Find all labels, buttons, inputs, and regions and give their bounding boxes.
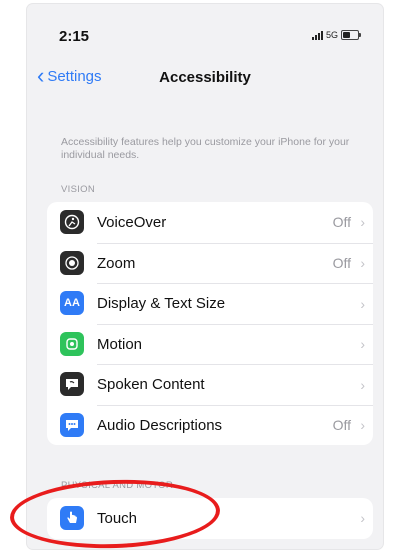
list-item-value: Off [332, 255, 351, 272]
list-item-label: Display & Text Size [97, 295, 226, 313]
phone-screen: 2:15 5G ‹ Settings Accessibility Accessi… [27, 4, 383, 549]
chevron-right-icon: › [360, 376, 365, 393]
network-label: 5G [325, 30, 338, 40]
navigation-bar: ‹ Settings Accessibility [27, 60, 383, 96]
motion-icon [60, 331, 84, 356]
list-item-value: Off [332, 214, 351, 231]
spoken-content-icon [60, 372, 84, 396]
list-item-label: Spoken Content [97, 376, 205, 394]
chevron-right-icon: › [360, 255, 365, 272]
list-item-value: Off [332, 417, 351, 434]
chevron-right-icon: › [360, 214, 365, 231]
list-item-audio-descriptions[interactable]: Audio Descriptions Off › [47, 404, 373, 446]
status-indicators: 5G [311, 30, 361, 40]
list-item-motion[interactable]: Motion › [47, 323, 373, 365]
status-time: 2:15 [59, 28, 90, 45]
list-item-voiceover[interactable]: VoiceOver Off › [47, 202, 373, 243]
section-header-vision: VISION [61, 184, 96, 195]
zoom-icon [60, 250, 84, 275]
chevron-right-icon: › [360, 295, 365, 312]
voiceover-icon [60, 210, 84, 234]
text-size-icon: AA [60, 291, 84, 315]
chevron-right-icon: › [360, 417, 365, 434]
vision-list: VoiceOver Off › Zoom Off › AA Display & … [47, 202, 373, 445]
audio-descriptions-icon [60, 412, 84, 437]
list-item-spoken-content[interactable]: Spoken Content › [47, 364, 373, 405]
page-title: Accessibility [159, 69, 251, 86]
battery-icon [341, 30, 361, 40]
signal-icon [311, 30, 323, 40]
list-item-label: Motion [97, 335, 143, 353]
list-item-label: Zoom [97, 254, 136, 272]
chevron-right-icon: › [360, 510, 365, 527]
list-item-label: VoiceOver [97, 213, 167, 231]
status-bar: 2:15 5G [27, 4, 383, 58]
list-item-display-text-size[interactable]: AA Display & Text Size › [47, 283, 373, 324]
chevron-right-icon: › [360, 336, 365, 353]
list-item-label: Audio Descriptions [97, 416, 223, 434]
intro-text: Accessibility features help you customiz… [61, 136, 350, 161]
list-item-zoom[interactable]: Zoom Off › [47, 242, 373, 284]
